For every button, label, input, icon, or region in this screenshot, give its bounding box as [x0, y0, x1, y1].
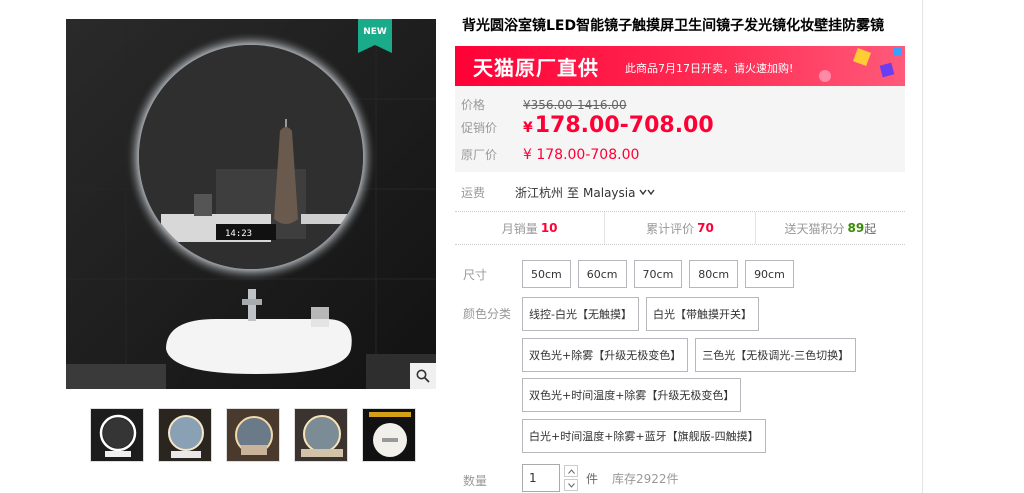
quantity-input[interactable]	[522, 464, 560, 492]
tmall-points-value: 89	[847, 221, 865, 235]
shipping-row: 运费 浙江杭州 至 Malaysia	[461, 184, 655, 201]
tmall-points: 送天猫积分 89 起	[754, 212, 905, 244]
promo-price-label: 促销价	[461, 121, 498, 135]
sales-stats: 月销量 10 累计评价 70 送天猫积分 89 起	[455, 211, 905, 245]
shipping-origin: 浙江杭州	[515, 186, 564, 200]
thumbnail-strip	[90, 408, 416, 462]
size-option-80cm[interactable]: 80cm	[689, 260, 739, 288]
size-option-70cm[interactable]: 70cm	[633, 260, 683, 288]
new-badge: NEW	[358, 19, 392, 53]
thumbnail-5[interactable]	[362, 408, 416, 462]
page-divider	[922, 0, 923, 493]
thumbnail-4[interactable]	[294, 408, 348, 462]
color-options-row-4: 白光+时间温度+除雾+蓝牙【旗舰版-四触摸】	[522, 419, 766, 453]
color-options-row-2: 双色光+除雾【升级无极变色】 三色光【无极调光-三色切换】	[522, 338, 857, 372]
chevron-down-icon	[639, 189, 655, 196]
banner-note: 此商品7月17日开卖，请火速加购!	[625, 62, 794, 75]
review-count[interactable]: 累计评价 70	[604, 212, 754, 244]
size-label: 尺寸	[463, 268, 488, 282]
promo-banner: 天猫原厂直供 此商品7月17日开卖，请火速加购!	[455, 46, 905, 86]
promo-price-value: 178.00-708.00	[534, 113, 714, 138]
promo-currency: ¥	[523, 120, 533, 136]
mirror-clock-text: 14:23	[225, 229, 252, 239]
quantity-decrease-button[interactable]	[564, 479, 578, 491]
quantity-stepper: 件 库存2922件	[522, 464, 679, 492]
price-label: 价格	[461, 98, 486, 112]
color-option-6[interactable]: 白光+时间温度+除雾+蓝牙【旗舰版-四触摸】	[522, 419, 766, 453]
color-option-4[interactable]: 三色光【无极调光-三色切换】	[695, 338, 857, 372]
destination-select[interactable]: Malaysia	[583, 186, 655, 200]
color-option-5[interactable]: 双色光+时间温度+除雾【升级无极变色】	[522, 378, 742, 412]
mirror-photo: 14:23	[66, 19, 436, 389]
chevron-up-icon	[567, 468, 575, 474]
product-title: 背光圆浴室镜LED智能镜子触摸屏卫生间镜子发光镜化妆壁挂防雾镜	[462, 18, 885, 34]
original-price: ¥356.00-1416.00	[523, 98, 627, 112]
thumbnail-2[interactable]	[158, 408, 212, 462]
shipping-to: 至	[567, 186, 580, 200]
shipping-label: 运费	[461, 186, 486, 200]
size-options: 50cm 60cm 70cm 80cm 90cm	[522, 260, 794, 288]
price-row: 价格 ¥356.00-1416.00	[461, 96, 627, 113]
banner-title: 天猫原厂直供	[473, 56, 599, 80]
size-option-50cm[interactable]: 50cm	[522, 260, 571, 288]
banner-decoration	[819, 48, 901, 82]
zoom-button[interactable]	[410, 363, 436, 389]
monthly-sales-value: 10	[540, 221, 558, 235]
thumbnail-1[interactable]	[90, 408, 144, 462]
size-option-60cm[interactable]: 60cm	[577, 260, 627, 288]
color-option-2[interactable]: 白光【带触摸开关】	[645, 297, 759, 331]
monthly-sales-label: 月销量	[501, 221, 538, 236]
new-badge-label: NEW	[363, 27, 387, 37]
promo-price-row: 促销价 ¥178.00-708.00	[461, 113, 714, 138]
price-panel: 价格 ¥356.00-1416.00 促销价 ¥178.00-708.00 原厂…	[455, 86, 905, 172]
quantity-unit: 件	[586, 471, 599, 486]
tmall-points-suffix: 起	[864, 221, 877, 236]
destination-value: Malaysia	[583, 185, 636, 200]
monthly-sales: 月销量 10	[455, 212, 604, 244]
color-option-3[interactable]: 双色光+除雾【升级无极变色】	[522, 338, 689, 372]
main-product-image[interactable]: 14:23 NEW	[66, 19, 436, 389]
tmall-points-label: 送天猫积分	[784, 221, 845, 236]
stock-count: 库存2922件	[612, 471, 679, 486]
promo-price: ¥178.00-708.00	[523, 113, 714, 138]
quantity-label: 数量	[463, 474, 488, 488]
magnifier-icon	[416, 369, 430, 383]
factory-price-row: 原厂价 ¥ 178.00-708.00	[461, 146, 639, 163]
color-option-1[interactable]: 线控-白光【无触摸】	[522, 297, 639, 331]
quantity-increase-button[interactable]	[564, 465, 578, 477]
chevron-down-icon	[567, 482, 575, 488]
color-options-row-1: 线控-白光【无触摸】 白光【带触摸开关】	[522, 297, 759, 331]
factory-price-label: 原厂价	[461, 148, 498, 162]
color-label: 颜色分类	[463, 307, 512, 321]
quantity-steps	[564, 465, 578, 491]
thumbnail-3[interactable]	[226, 408, 280, 462]
factory-price: ¥ 178.00-708.00	[523, 147, 640, 163]
review-count-label: 累计评价	[646, 221, 695, 236]
size-option-90cm[interactable]: 90cm	[745, 260, 794, 288]
review-count-value: 70	[697, 221, 714, 235]
color-options-row-3: 双色光+时间温度+除雾【升级无极变色】	[522, 378, 742, 412]
